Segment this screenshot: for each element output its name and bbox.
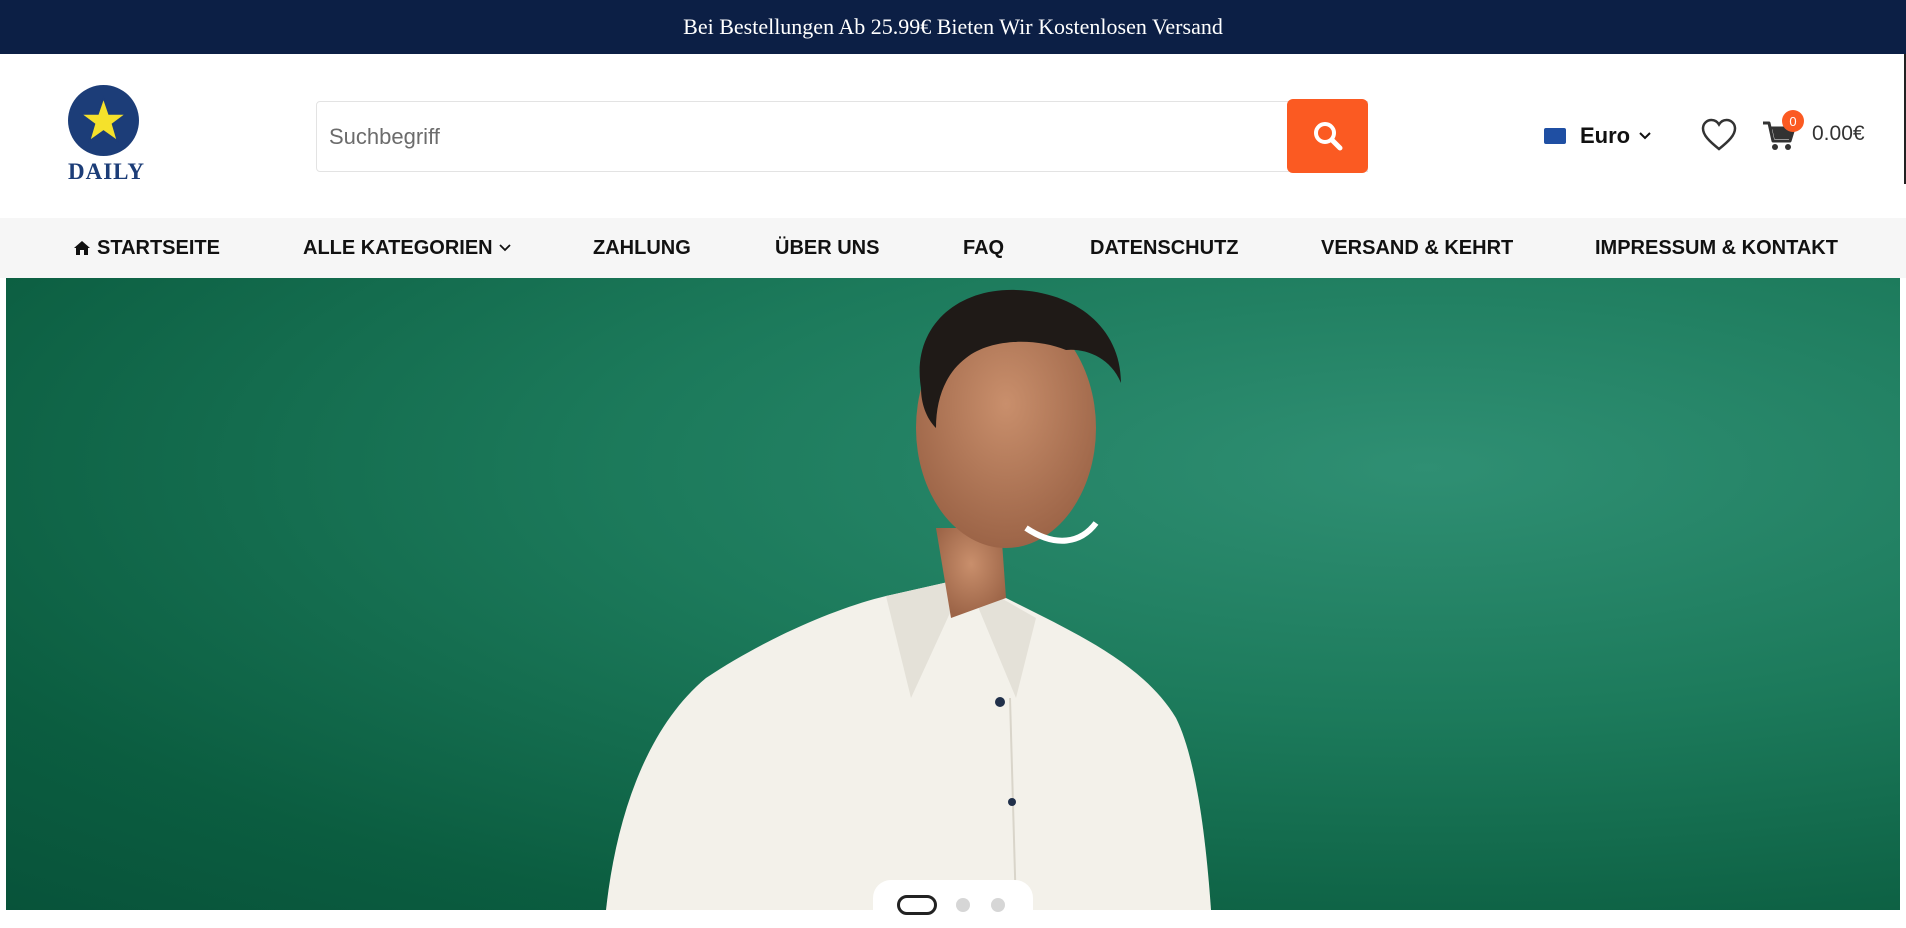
nav-label: ALLE KATEGORIEN	[303, 236, 493, 259]
slide-dot-3[interactable]	[991, 898, 1005, 912]
logo[interactable]: DAILY	[66, 85, 146, 185]
star-icon	[78, 95, 129, 143]
nav-label: FAQ	[963, 236, 1005, 259]
hero-banner[interactable]	[6, 278, 1900, 910]
currency-selector[interactable]: Euro	[1544, 120, 1652, 152]
announcement-bar: Bei Bestellungen Ab 25.99€ Bieten Wir Ko…	[0, 0, 1906, 54]
logo-text: DAILY	[68, 159, 146, 184]
logo-badge	[68, 85, 139, 156]
search-input[interactable]	[316, 101, 1368, 172]
nav-datenschutz[interactable]: DATENSCHUTZ	[1090, 218, 1239, 278]
nav-startseite[interactable]: STARTSEITE	[73, 218, 220, 278]
nav-impressum-kontakt[interactable]: IMPRESSUM & KONTAKT	[1595, 218, 1838, 278]
search-button[interactable]	[1287, 99, 1368, 173]
nav-zahlung[interactable]: ZAHLUNG	[593, 218, 691, 278]
nav-label: ÜBER UNS	[775, 236, 880, 259]
cart-total: 0.00€	[1812, 122, 1865, 145]
currency-label: Euro	[1580, 123, 1631, 148]
slide-dot-1[interactable]	[897, 895, 937, 915]
eu-flag-icon	[1544, 128, 1566, 144]
wishlist-button[interactable]	[1701, 118, 1737, 152]
slide-dot-2[interactable]	[956, 898, 970, 912]
nav-label: ZAHLUNG	[593, 236, 691, 259]
announcement-text: Bei Bestellungen Ab 25.99€ Bieten Wir Ko…	[683, 14, 1223, 39]
nav-faq[interactable]: FAQ	[963, 218, 1004, 278]
chevron-down-icon	[499, 244, 511, 252]
hero-model-image	[606, 289, 1211, 910]
home-icon	[74, 241, 90, 255]
chevron-down-icon	[1639, 132, 1651, 140]
cart-count-badge: 0	[1782, 110, 1804, 132]
search-icon	[1313, 122, 1342, 151]
slider-dots	[873, 880, 1033, 915]
nav-ueber-uns[interactable]: ÜBER UNS	[775, 218, 879, 278]
nav-label: STARTSEITE	[97, 236, 220, 259]
nav-versand-kehrt[interactable]: VERSAND & KEHRT	[1321, 218, 1513, 278]
nav-alle-kategorien[interactable]: ALLE KATEGORIEN	[303, 218, 511, 278]
heart-icon	[1701, 118, 1737, 151]
nav-label: DATENSCHUTZ	[1090, 236, 1239, 259]
nav-label: IMPRESSUM & KONTAKT	[1595, 236, 1838, 259]
nav-label: VERSAND & KEHRT	[1321, 236, 1514, 259]
